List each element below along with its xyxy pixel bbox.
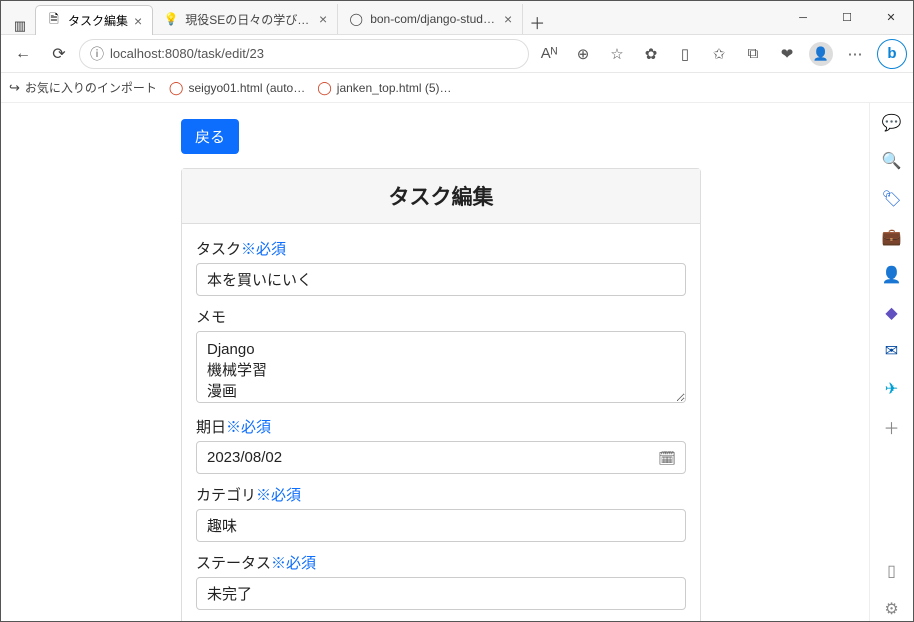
zoom-icon[interactable]: ⊕ bbox=[567, 38, 599, 70]
status-select[interactable] bbox=[196, 577, 686, 610]
bookmark-item[interactable]: ◯ seigyo01.html (auto… bbox=[169, 80, 305, 96]
memo-label: メモ bbox=[196, 306, 686, 327]
read-aloud-icon[interactable]: Aᴺ bbox=[533, 38, 565, 70]
tab-title: タスク編集 bbox=[68, 12, 128, 29]
bookmark-label: seigyo01.html (auto… bbox=[188, 81, 305, 95]
github-icon: ◯ bbox=[348, 11, 364, 27]
bookmarks-bar: ↪ お気に入りのインポート ◯ seigyo01.html (auto… ◯ j… bbox=[1, 73, 913, 103]
bookmark-item[interactable]: ◯ janken_top.html (5)… bbox=[317, 80, 451, 96]
category-label: カテゴリ※必須 bbox=[196, 484, 686, 505]
send-icon[interactable]: ✈ bbox=[880, 377, 904, 401]
card-header: タスク編集 bbox=[182, 169, 700, 224]
browser-tab-active[interactable]: 🗎 タスク編集 × bbox=[35, 5, 153, 35]
tag-icon[interactable]: 🏷 bbox=[880, 187, 904, 211]
url-box[interactable]: ⓘ bbox=[79, 39, 529, 69]
nav-refresh-button[interactable]: ⟳ bbox=[43, 38, 75, 70]
browser-titlebar: ▥ 🗎 タスク編集 × 💡 現役SEの日々の学び｜ぼんの備忘… × ◯ bon-… bbox=[1, 1, 913, 35]
bulb-icon: 💡 bbox=[163, 11, 179, 27]
window-minimize-button[interactable]: ─ bbox=[781, 1, 825, 34]
favorite-icon[interactable]: ☆ bbox=[601, 38, 633, 70]
bookmark-import[interactable]: ↪ お気に入りのインポート bbox=[9, 79, 157, 96]
browser-tab[interactable]: 💡 現役SEの日々の学び｜ぼんの備忘… × bbox=[153, 4, 338, 34]
deadline-label: 期日※必須 bbox=[196, 416, 686, 437]
browser-address-bar: ← ⟳ ⓘ Aᴺ ⊕ ☆ ✿ ▯ ✩ ⧉ ❤ 👤 ⋯ b bbox=[1, 35, 913, 73]
plus-icon[interactable]: ＋ bbox=[880, 415, 904, 439]
task-input[interactable] bbox=[196, 263, 686, 296]
page-content: 戻る タスク編集 タスク※必須 メモ 期日※必須 bbox=[1, 103, 869, 621]
calendar-icon[interactable]: 🗓 bbox=[658, 450, 676, 467]
new-tab-button[interactable]: ＋ bbox=[523, 10, 551, 34]
site-info-icon[interactable]: ⓘ bbox=[90, 44, 104, 64]
edge-sidebar: 💬 🔍 🏷 💼 👤 ◆ ✉ ✈ ＋ ▯ ⚙ bbox=[869, 103, 913, 621]
bing-chat-icon[interactable]: b bbox=[877, 39, 907, 69]
tab-overview-icon[interactable]: ▥ bbox=[5, 18, 35, 34]
back-button[interactable]: 戻る bbox=[181, 119, 239, 154]
edit-card: タスク編集 タスク※必須 メモ 期日※必須 bbox=[181, 168, 701, 621]
chat-icon[interactable]: 💬 bbox=[880, 111, 904, 135]
nav-back-button[interactable]: ← bbox=[7, 38, 39, 70]
memo-textarea[interactable] bbox=[196, 331, 686, 403]
red-ring-icon: ◯ bbox=[317, 80, 332, 96]
url-input[interactable] bbox=[110, 46, 518, 61]
panel-toggle-icon[interactable]: ▯ bbox=[880, 559, 904, 583]
bookmark-label: janken_top.html (5)… bbox=[337, 81, 452, 95]
office-icon[interactable]: ◆ bbox=[880, 301, 904, 325]
favorites-icon[interactable]: ✩ bbox=[703, 38, 735, 70]
extensions-icon[interactable]: ✿ bbox=[635, 38, 667, 70]
settings-icon[interactable]: ⚙ bbox=[880, 597, 904, 621]
reading-list-icon[interactable]: ▯ bbox=[669, 38, 701, 70]
tab-title: bon-com/django-study-04: Djan… bbox=[370, 12, 498, 26]
bookmark-label: お気に入りのインポート bbox=[25, 79, 157, 96]
window-close-button[interactable]: ✕ bbox=[869, 1, 913, 34]
profile-avatar[interactable]: 👤 bbox=[805, 38, 837, 70]
page-title: タスク編集 bbox=[196, 181, 686, 211]
close-icon[interactable]: × bbox=[134, 13, 142, 29]
category-select[interactable] bbox=[196, 509, 686, 542]
close-icon[interactable]: × bbox=[319, 11, 327, 27]
more-icon[interactable]: ⋯ bbox=[839, 38, 871, 70]
browser-tab[interactable]: ◯ bon-com/django-study-04: Djan… × bbox=[338, 4, 523, 34]
close-icon[interactable]: × bbox=[504, 11, 512, 27]
outlook-icon[interactable]: ✉ bbox=[880, 339, 904, 363]
deadline-input[interactable] bbox=[196, 441, 686, 474]
file-icon: 🗎 bbox=[46, 13, 62, 29]
tab-title: 現役SEの日々の学び｜ぼんの備忘… bbox=[185, 11, 313, 28]
briefcase-icon[interactable]: 💼 bbox=[880, 225, 904, 249]
task-label: タスク※必須 bbox=[196, 238, 686, 259]
import-icon: ↪ bbox=[9, 80, 20, 96]
person-icon[interactable]: 👤 bbox=[880, 263, 904, 287]
status-label: ステータス※必須 bbox=[196, 552, 686, 573]
collections-icon[interactable]: ⧉ bbox=[737, 38, 769, 70]
performance-icon[interactable]: ❤ bbox=[771, 38, 803, 70]
search-icon[interactable]: 🔍 bbox=[880, 149, 904, 173]
red-ring-icon: ◯ bbox=[169, 80, 184, 96]
window-maximize-button[interactable]: ☐ bbox=[825, 1, 869, 34]
